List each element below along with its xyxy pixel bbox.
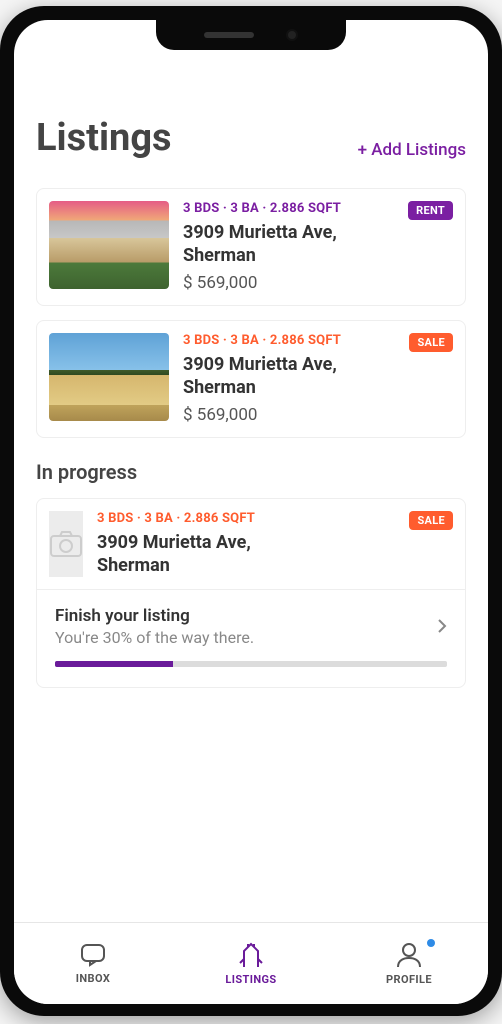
listing-price: $ 569,000 [183, 273, 453, 293]
progress-bar-fill [55, 661, 173, 667]
inbox-icon [79, 942, 107, 968]
listing-address: 3909 Murietta Ave, Sherman [183, 354, 383, 399]
chevron-right-icon [437, 618, 447, 634]
tab-profile[interactable]: PROFILE [359, 941, 459, 986]
notification-dot-icon [427, 939, 435, 947]
listing-card-body: 3 BDS · 3 BA · 2.886 SQFT 3909 Murietta … [97, 511, 453, 577]
tab-listings[interactable]: LISTINGS [201, 941, 301, 986]
listing-card-body: 3 BDS · 3 BA · 2.886 SQFT3909 Murietta A… [183, 333, 453, 425]
listing-card[interactable]: 3 BDS · 3 BA · 2.886 SQFT3909 Murietta A… [36, 188, 466, 306]
finish-listing-title: Finish your listing [55, 606, 447, 626]
phone-notch [156, 20, 346, 50]
page-title: Listings [36, 116, 172, 160]
tab-label: PROFILE [386, 973, 432, 986]
phone-camera [286, 29, 298, 41]
status-badge: SALE [409, 333, 453, 352]
listing-address: 3909 Murietta Ave, Sherman [97, 532, 297, 577]
phone-speaker [204, 32, 254, 38]
tab-label: INBOX [76, 972, 110, 985]
listing-price: $ 569,000 [183, 405, 453, 425]
tab-inbox[interactable]: INBOX [43, 942, 143, 985]
in-progress-section-title: In progress [36, 460, 466, 484]
listings-icon [238, 941, 264, 969]
phone-frame: Listings + Add Listings 3 BDS · 3 BA · 2… [0, 6, 502, 1016]
header-row: Listings + Add Listings [36, 116, 466, 160]
listing-card[interactable]: 3 BDS · 3 BA · 2.886 SQFT3909 Murietta A… [36, 320, 466, 438]
listing-card-body: 3 BDS · 3 BA · 2.886 SQFT3909 Murietta A… [183, 201, 453, 293]
profile-icon [395, 941, 423, 969]
finish-listing-subtitle: You're 30% of the way there. [55, 628, 447, 647]
listing-specs: 3 BDS · 3 BA · 2.886 SQFT [97, 511, 453, 526]
tab-label: LISTINGS [225, 973, 276, 986]
listing-address: 3909 Murietta Ave, Sherman [183, 222, 383, 267]
content-scroll[interactable]: Listings + Add Listings 3 BDS · 3 BA · 2… [14, 20, 488, 922]
listing-thumbnail [49, 201, 169, 289]
camera-icon [49, 530, 83, 558]
progress-bar [55, 661, 447, 667]
in-progress-card[interactable]: 3 BDS · 3 BA · 2.886 SQFT 3909 Murietta … [36, 498, 466, 688]
finish-listing-row[interactable]: Finish your listing You're 30% of the wa… [37, 589, 465, 687]
screen: Listings + Add Listings 3 BDS · 3 BA · 2… [14, 20, 488, 1004]
tab-bar: INBOX LISTINGS PROFILE [14, 922, 488, 1004]
listing-thumbnail [49, 333, 169, 421]
add-listings-button[interactable]: + Add Listings [358, 140, 466, 160]
status-badge: SALE [409, 511, 453, 530]
listing-thumbnail-placeholder [49, 511, 83, 577]
status-badge: RENT [408, 201, 453, 220]
